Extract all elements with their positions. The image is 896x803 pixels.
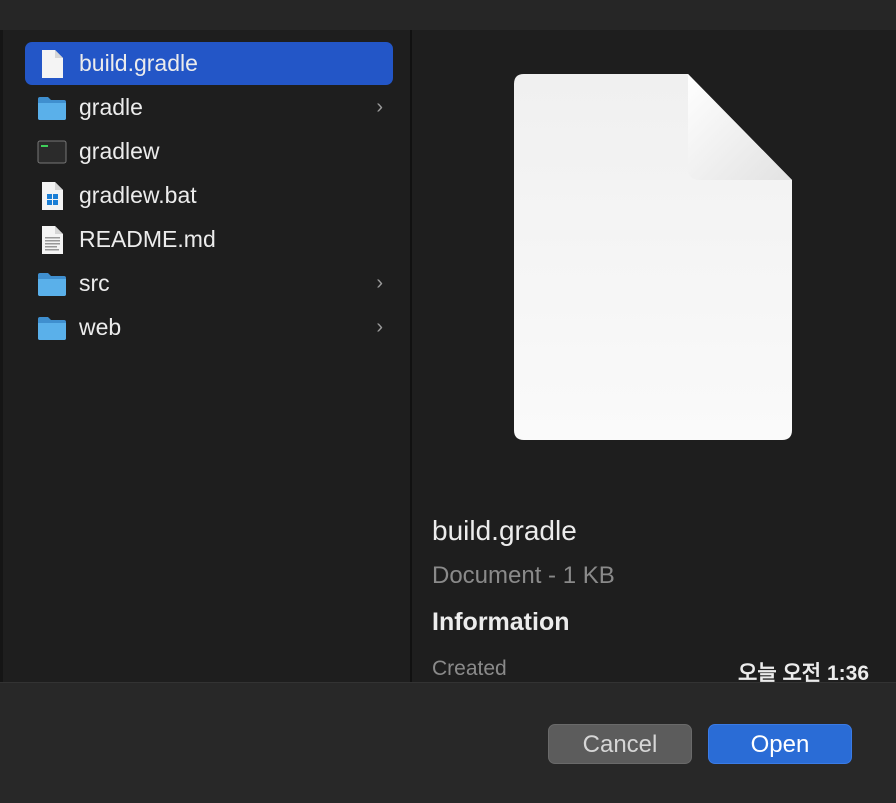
large-document-icon xyxy=(514,74,792,440)
file-name: web xyxy=(79,314,122,340)
created-label: Created xyxy=(432,657,507,680)
information-header: Information xyxy=(432,608,570,636)
file-row-gradlew[interactable]: gradlew xyxy=(25,130,393,173)
terminal-executable-icon xyxy=(37,140,67,164)
file-row-readme[interactable]: README.md xyxy=(25,218,393,261)
preview-file-name: build.gradle xyxy=(432,515,577,546)
file-name: build.gradle xyxy=(79,50,198,76)
created-value: 오늘 오전 1:36 xyxy=(738,662,869,682)
chevron-right-icon: › xyxy=(376,96,383,118)
file-row-gradle[interactable]: gradle › xyxy=(25,86,393,129)
open-button[interactable]: Open xyxy=(708,724,852,764)
dialog-button-bar: Cancel Open xyxy=(0,682,896,803)
preview-pane: build.gradle Document - 1 KB Information… xyxy=(412,30,896,682)
document-icon xyxy=(42,50,63,78)
chevron-right-icon: › xyxy=(376,316,383,338)
chevron-right-icon: › xyxy=(376,272,383,294)
file-row-gradlew-bat[interactable]: gradlew.bat xyxy=(25,174,393,217)
file-name: gradlew.bat xyxy=(79,182,197,208)
cancel-button[interactable]: Cancel xyxy=(548,724,692,764)
folder-icon xyxy=(38,317,66,340)
windows-batch-icon xyxy=(42,182,63,210)
folder-icon xyxy=(38,273,66,296)
file-name: gradle xyxy=(79,94,143,120)
file-row-build-gradle[interactable]: build.gradle xyxy=(25,42,393,85)
file-list-column: build.gradle gradle › gradlew gradlew.ba… xyxy=(3,30,410,682)
file-row-web[interactable]: web › xyxy=(25,306,393,349)
file-row-src[interactable]: src › xyxy=(25,262,393,305)
file-name: gradlew xyxy=(79,138,160,164)
dialog-top-bar xyxy=(0,0,896,31)
text-document-icon xyxy=(42,226,63,254)
folder-icon xyxy=(38,97,66,120)
file-name: README.md xyxy=(79,226,216,252)
file-name: src xyxy=(79,270,110,296)
preview-file-kind: Document - 1 KB xyxy=(432,562,615,589)
